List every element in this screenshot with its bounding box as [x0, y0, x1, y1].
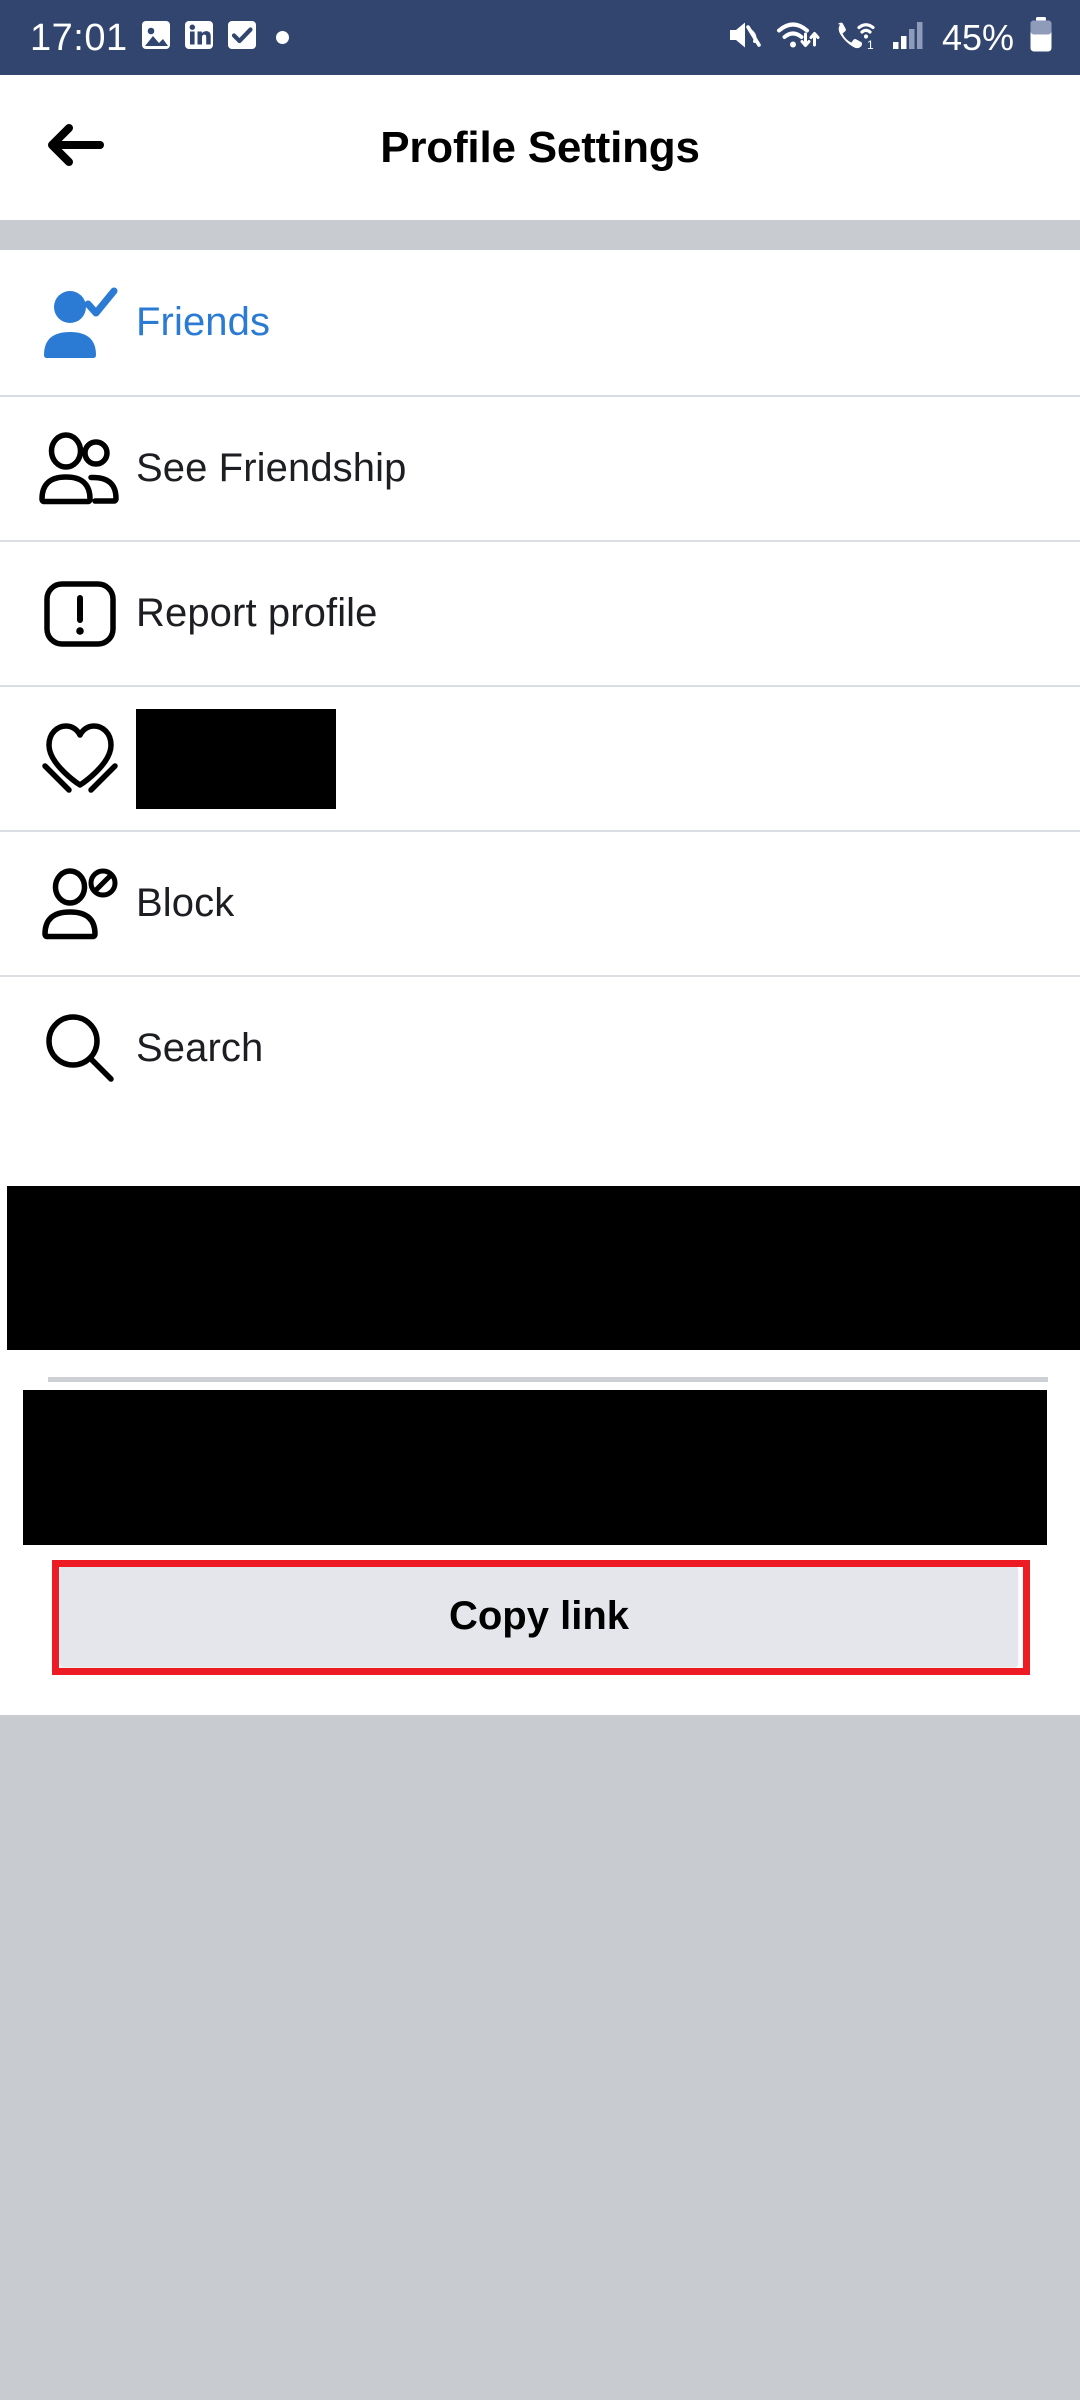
cellular-signal-icon: [892, 18, 926, 57]
status-bar-left-group: 17:01: [30, 19, 289, 57]
page-title: Profile Settings: [380, 122, 700, 172]
redacted-share-row-1: [7, 1186, 1080, 1350]
heart-hands-icon: [24, 719, 136, 799]
status-bar-clock: 17:01: [30, 16, 128, 59]
menu-item-block[interactable]: Block: [0, 830, 1080, 975]
photo-icon: [141, 19, 171, 56]
status-bar-right-group: 1 45%: [726, 16, 1054, 59]
menu-item-label: Friends: [136, 300, 271, 344]
redacted-share-row-2: [23, 1390, 1047, 1545]
menu-item-search[interactable]: Search: [0, 975, 1080, 1120]
redacted-label-block: [136, 708, 336, 809]
back-arrow-icon: [44, 118, 106, 177]
svg-text:1: 1: [867, 38, 874, 52]
app-header: Profile Settings: [0, 75, 1080, 220]
menu-item-redacted[interactable]: [0, 685, 1080, 830]
background-fill-area: [0, 1715, 1080, 2400]
section-separator-top: [0, 220, 1080, 250]
phone-screen: 17:01 1 45% Profile Settings Friends See…: [0, 0, 1080, 2400]
back-button[interactable]: [30, 103, 120, 193]
search-magnifier-icon: [24, 1010, 136, 1088]
two-people-outline-icon: [24, 431, 136, 507]
dot-indicator-icon: [275, 31, 289, 44]
person-block-icon: [24, 866, 136, 942]
share-panel: Copy link: [0, 1120, 1080, 1715]
wifi-data-transfer-icon: [776, 18, 820, 57]
menu-item-label: Report profile: [136, 591, 378, 635]
linkedin-icon: [184, 19, 214, 56]
battery-percent-label: 45%: [941, 16, 1014, 58]
menu-item-label: See Friendship: [136, 446, 407, 490]
menu-item-see-friendship[interactable]: See Friendship: [0, 395, 1080, 540]
profile-actions-list: Friends See Friendship Report profile Bl…: [0, 250, 1080, 1120]
checkbox-icon: [227, 19, 257, 56]
menu-item-report-profile[interactable]: Report profile: [0, 540, 1080, 685]
battery-icon: [1028, 16, 1054, 59]
copy-link-button[interactable]: Copy link: [60, 1566, 1018, 1666]
report-exclamation-icon: [24, 576, 136, 652]
copy-link-highlight-wrapper: Copy link: [52, 1560, 1030, 1675]
person-check-filled-icon: [24, 285, 136, 361]
volume-mute-icon: [726, 18, 762, 57]
status-bar: 17:01 1 45%: [0, 0, 1080, 75]
menu-item-label: Search: [136, 1026, 264, 1070]
wifi-calling-1-icon: 1: [834, 18, 878, 57]
panel-divider: [48, 1377, 1048, 1382]
menu-item-label: Block: [136, 881, 235, 925]
menu-item-friends[interactable]: Friends: [0, 250, 1080, 395]
